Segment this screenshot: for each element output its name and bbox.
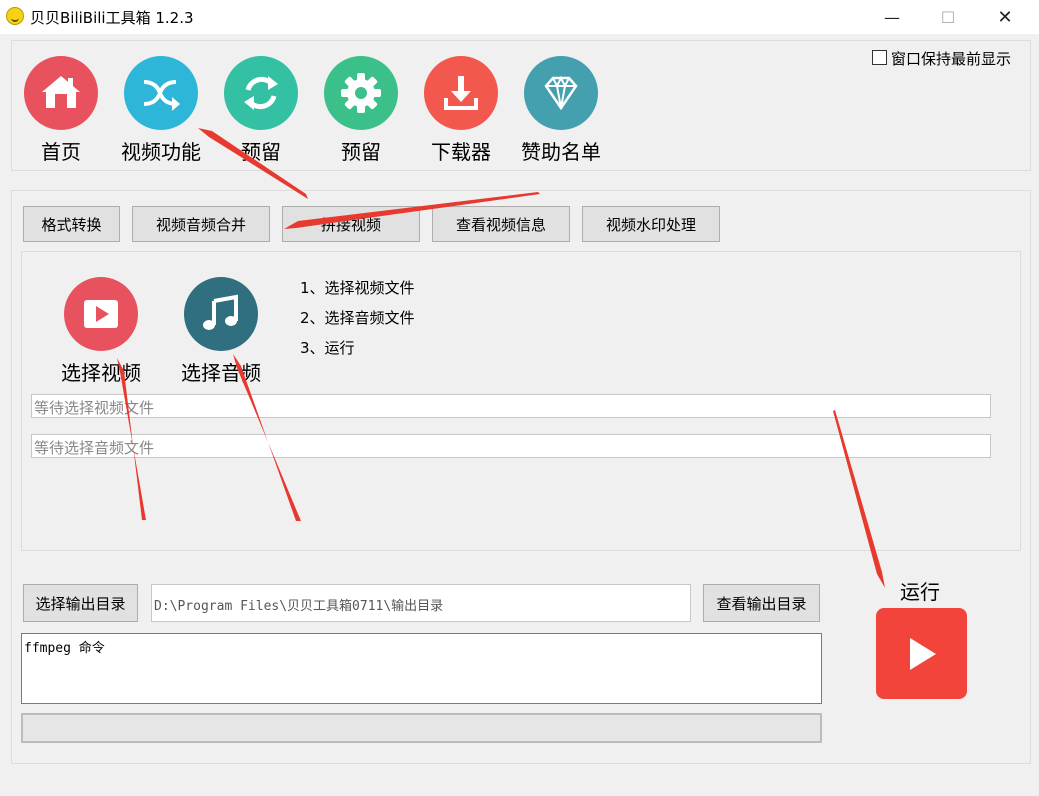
run-button[interactable] [876, 608, 967, 699]
play-icon [909, 637, 936, 670]
nav-sponsors-label[interactable]: 赞助名单 [501, 136, 621, 165]
diamond-icon [544, 75, 578, 111]
nav-reserved-1-button[interactable] [224, 56, 298, 130]
tab-merge-av[interactable]: 视频音频合并 [132, 206, 270, 242]
ffmpeg-command-box[interactable]: ffmpeg 命令 [21, 633, 822, 704]
video-path-field[interactable]: 等待选择视频文件 [31, 394, 991, 418]
tab-watermark[interactable]: 视频水印处理 [582, 206, 720, 242]
app-logo-icon [6, 7, 24, 25]
tab-concat-video[interactable]: 拼接视频 [282, 206, 420, 242]
video-play-icon [84, 300, 118, 328]
nav-home-button[interactable] [24, 56, 98, 130]
select-video-label[interactable]: 选择视频 [41, 357, 161, 386]
step-2: 2、选择音频文件 [300, 309, 415, 327]
progress-bar [21, 713, 822, 743]
run-label: 运行 [900, 580, 940, 604]
step-1: 1、选择视频文件 [300, 279, 415, 297]
window-title: 贝贝BiliBili工具箱 1.2.3 [30, 9, 194, 27]
maximize-button[interactable]: ☐ [925, 0, 971, 34]
download-icon [444, 76, 478, 110]
select-audio-button[interactable] [184, 277, 258, 351]
tab-format-convert[interactable]: 格式转换 [23, 206, 120, 242]
audio-path-field[interactable]: 等待选择音频文件 [31, 434, 991, 458]
close-button[interactable]: ✕ [982, 0, 1028, 34]
step-3: 3、运行 [300, 339, 355, 357]
shuffle-arrow-icon [143, 80, 180, 111]
nav-video-button[interactable] [124, 56, 198, 130]
topmost-label[interactable]: 窗口保持最前显示 [891, 48, 1011, 69]
select-audio-label[interactable]: 选择音频 [161, 357, 281, 386]
music-note-icon [203, 294, 238, 330]
output-dir-field[interactable]: D:\Program Files\贝贝工具箱0711\输出目录 [151, 584, 691, 622]
open-output-dir-button[interactable]: 查看输出目录 [703, 584, 820, 622]
topmost-checkbox[interactable] [872, 50, 887, 65]
select-output-dir-button[interactable]: 选择输出目录 [23, 584, 138, 622]
gear-icon [341, 73, 381, 113]
tab-video-info[interactable]: 查看视频信息 [432, 206, 570, 242]
nav-reserved-2-button[interactable] [324, 56, 398, 130]
select-video-button[interactable] [64, 277, 138, 351]
nav-sponsors-button[interactable] [524, 56, 598, 130]
refresh-icon [244, 76, 278, 110]
minimize-button[interactable]: — [869, 0, 915, 34]
nav-downloader-button[interactable] [424, 56, 498, 130]
home-icon [42, 76, 80, 108]
